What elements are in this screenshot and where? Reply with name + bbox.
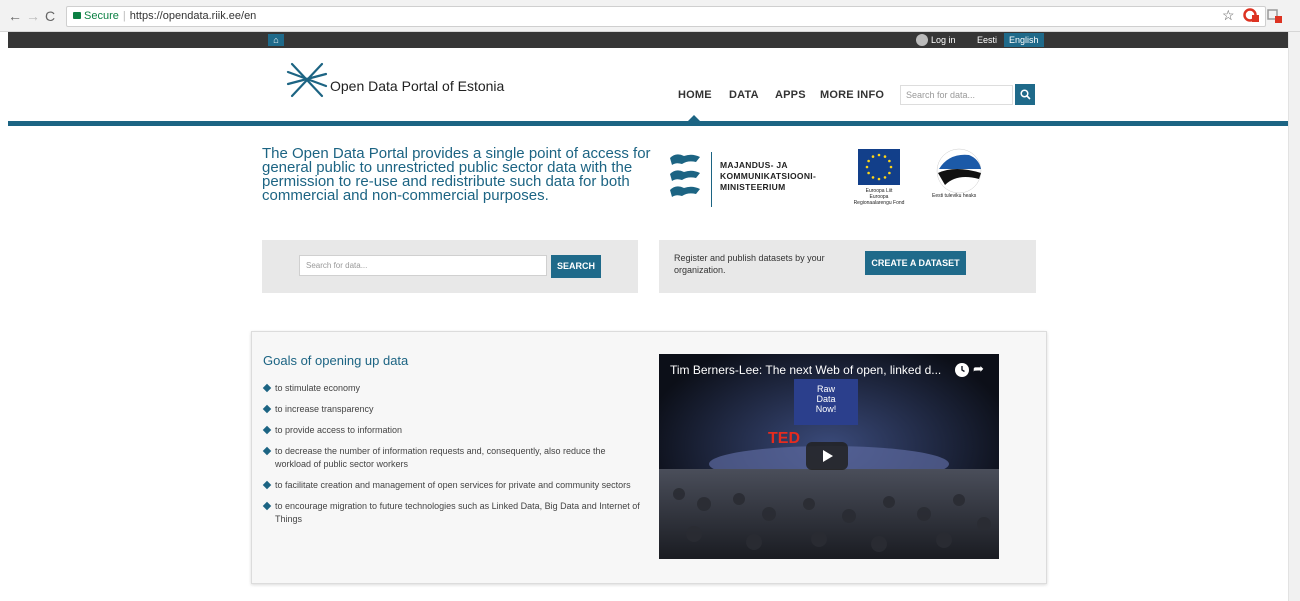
list-item: to stimulate economy <box>262 382 643 395</box>
coat-of-arms-lions-icon <box>670 154 700 197</box>
header-divider <box>8 121 1288 126</box>
eu-flag-icon <box>858 149 900 185</box>
nav-data[interactable]: DATA <box>729 89 759 101</box>
top-bar: ⌂ Log in Eesti English <box>8 32 1288 48</box>
dataset-description: Register and publish datasets by your or… <box>674 253 825 275</box>
video-title[interactable]: Tim Berners-Lee: The next Web of open, l… <box>670 363 941 377</box>
search-button[interactable]: SEARCH <box>551 255 601 278</box>
bullet-icon <box>262 425 272 435</box>
eu-fund-text: Euroopa Liit Euroopa Regionaalarengu Fon… <box>853 188 905 206</box>
nav-home[interactable]: HOME <box>678 89 712 101</box>
intro-text: The Open Data Portal provides a single p… <box>262 145 651 204</box>
url-text: https://opendata.riik.ee/en <box>129 10 257 22</box>
extension-icon[interactable] <box>1243 7 1259 23</box>
search-input[interactable]: Search for data... <box>299 255 547 276</box>
search-panel: Search for data... SEARCH <box>262 240 638 293</box>
ministry-logo-text: MAJANDUS- JA KOMMUNIKATSIOONI- MINISTEER… <box>720 160 817 192</box>
nav-more-info[interactable]: MORE INFO <box>820 89 884 101</box>
language-english[interactable]: English <box>1004 33 1044 47</box>
list-item: to increase transparency <box>262 403 643 416</box>
site-title[interactable]: Open Data Portal of Estonia <box>330 78 504 94</box>
slide-text: Raw Data Now! <box>815 384 837 414</box>
goals-panel: Goals of opening up data to stimulate ec… <box>251 331 1047 584</box>
language-eesti[interactable]: Eesti <box>977 34 997 46</box>
reload-icon[interactable]: C <box>45 8 55 24</box>
bookmark-star-icon[interactable]: ☆ <box>1222 7 1235 24</box>
goals-list: to stimulate economy to increase transpa… <box>262 382 643 534</box>
secure-label: Secure <box>84 10 119 22</box>
bullet-icon <box>262 480 272 490</box>
eesti-tuleviku-heaks-text: Eesti tuleviku heaks <box>932 193 977 199</box>
nav-apps[interactable]: APPS <box>775 89 806 101</box>
goals-title: Goals of opening up data <box>263 353 409 368</box>
video-player[interactable]: Tim Berners-Lee: The next Web of open, l… <box>659 354 999 559</box>
bullet-icon <box>262 501 272 511</box>
list-item: to provide access to information <box>262 424 643 437</box>
user-icon <box>916 34 928 46</box>
ministry-divider <box>711 152 712 207</box>
ted-logo: TED <box>768 430 800 447</box>
list-item: to decrease the number of information re… <box>262 445 643 471</box>
estonian-flag-emblem-icon <box>936 148 982 194</box>
watch-later-icon[interactable] <box>955 363 969 377</box>
list-item: to facilitate creation and management of… <box>262 479 643 492</box>
back-icon[interactable]: ← <box>8 8 22 24</box>
bullet-icon <box>262 383 272 393</box>
create-dataset-button[interactable]: CREATE A DATASET <box>865 251 966 275</box>
bullet-icon <box>262 446 272 456</box>
scrollbar[interactable] <box>1288 32 1300 601</box>
home-icon[interactable]: ⌂ <box>268 34 284 46</box>
list-item: to encourage migration to future technol… <box>262 500 643 526</box>
share-icon[interactable]: ➦ <box>973 361 984 377</box>
browser-toolbar: ← → C Secure | https://opendata.riik.ee/en… <box>0 0 1300 32</box>
bullet-icon <box>262 404 272 414</box>
lock-icon <box>73 12 81 19</box>
create-dataset-panel: Register and publish datasets by your or… <box>659 240 1036 293</box>
play-button[interactable] <box>806 442 848 470</box>
search-icon[interactable] <box>1015 84 1035 105</box>
portal-logo-icon[interactable] <box>286 62 328 98</box>
login-link[interactable]: Log in <box>931 34 956 46</box>
header-search-input[interactable]: Search for data... <box>900 85 1013 105</box>
forward-icon[interactable]: → <box>26 8 40 24</box>
address-bar[interactable]: Secure | https://opendata.riik.ee/en <box>66 6 1266 27</box>
extension-icon[interactable] <box>1266 7 1282 23</box>
